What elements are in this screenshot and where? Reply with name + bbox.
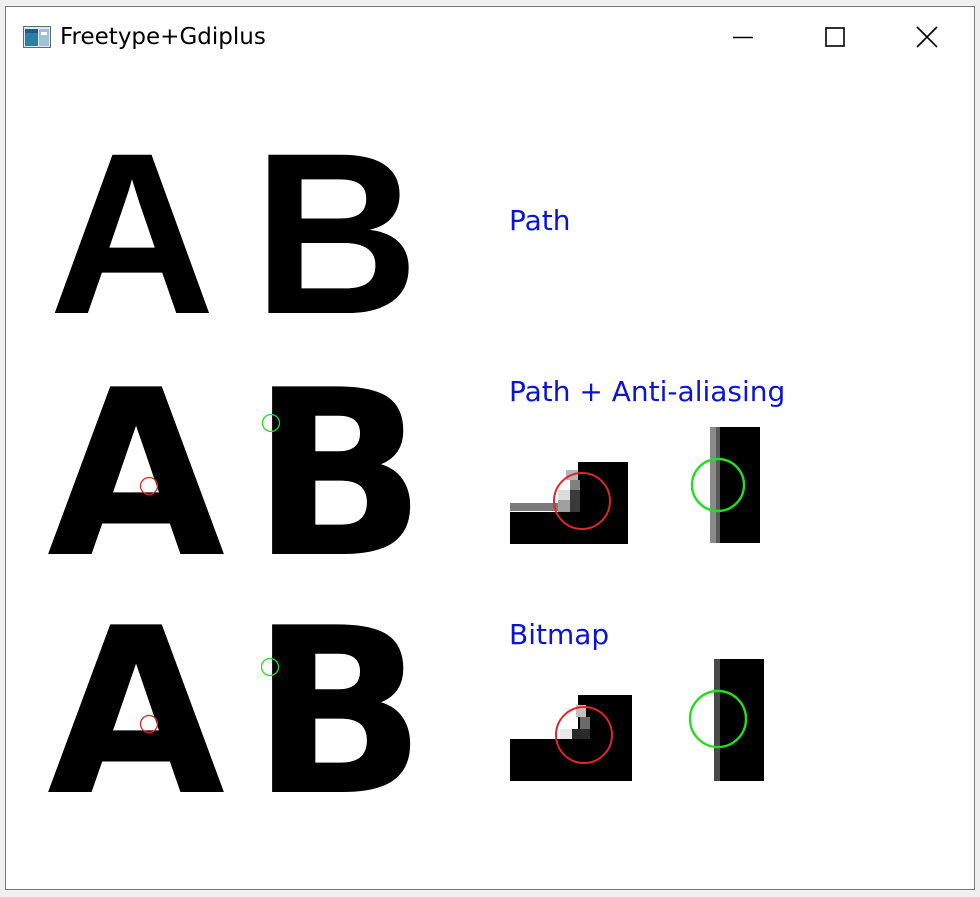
title-bar[interactable]: Freetype+Gdiplus [6,7,974,65]
zoom-a-corner-bitmap [510,695,632,781]
maximize-icon [825,27,845,47]
maximize-button[interactable] [811,19,859,55]
window-title: Freetype+Gdiplus [60,24,266,50]
marker-circle-green [261,413,281,433]
label-path: Path [509,204,571,237]
label-bitmap: Bitmap [509,618,610,651]
label-antialias: Path + Anti-aliasing [509,375,786,408]
app-window: Freetype+Gdiplus A B Path A B Path + Ant… [5,6,975,890]
glyph-b-bitmap: B [251,580,427,847]
minimize-icon [733,36,753,39]
glyph-a-antialias: A [47,342,226,609]
minimize-button[interactable] [719,19,767,55]
glyph-a-path: A [49,105,216,362]
zoom-b-edge-bitmap [688,659,764,781]
app-icon [23,26,51,48]
marker-circle-green-bitmap [260,657,280,677]
zoom-b-edge-antialias [690,427,760,543]
marker-circle-red [139,476,159,496]
marker-circle-red-bitmap [139,714,159,734]
glyph-b-path: B [253,105,420,362]
zoom-a-corner-antialias [510,462,628,544]
close-button[interactable] [903,19,951,55]
close-icon [916,26,938,48]
glyph-b-antialias: B [251,342,427,609]
glyph-a-bitmap: A [47,580,226,847]
